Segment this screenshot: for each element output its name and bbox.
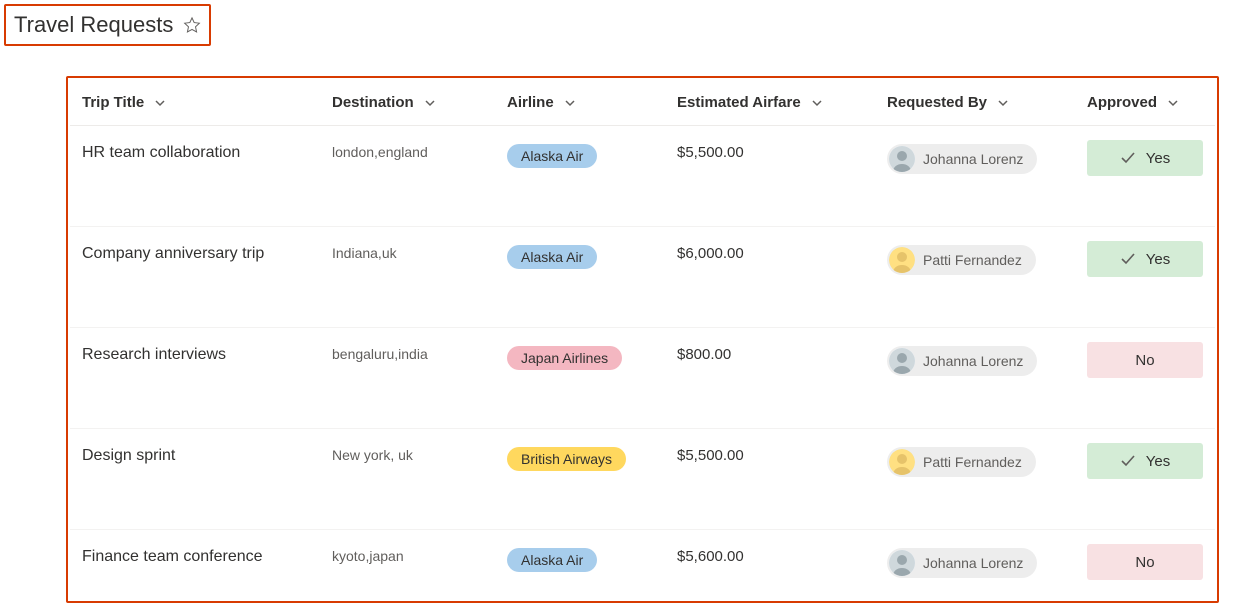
cell-requested-by: Johanna Lorenz bbox=[875, 530, 1075, 605]
cell-destination: Indiana,uk bbox=[320, 227, 495, 328]
cell-trip-title[interactable]: Finance team conference bbox=[70, 530, 320, 605]
avatar bbox=[889, 449, 915, 475]
approved-badge: No bbox=[1087, 342, 1203, 378]
avatar bbox=[889, 247, 915, 273]
column-header-airline[interactable]: Airline bbox=[495, 80, 665, 126]
airline-pill[interactable]: Alaska Air bbox=[507, 245, 597, 269]
table-row[interactable]: Company anniversary tripIndiana,uk Alaska… bbox=[70, 227, 1215, 328]
column-header-destination[interactable]: Destination bbox=[320, 80, 495, 126]
travel-requests-table-container: Trip Title Destination Airline Estimated… bbox=[66, 76, 1219, 603]
check-icon bbox=[1120, 455, 1136, 467]
chevron-down-icon bbox=[997, 97, 1009, 109]
cell-airfare: $6,000.00 bbox=[665, 227, 875, 328]
airline-pill[interactable]: Japan Airlines bbox=[507, 346, 622, 370]
airline-pill[interactable]: Alaska Air bbox=[507, 144, 597, 168]
cell-requested-by: Johanna Lorenz bbox=[875, 126, 1075, 227]
table-row[interactable]: Design sprintNew york, uk British Airways… bbox=[70, 429, 1215, 530]
page-title: Travel Requests bbox=[14, 12, 173, 38]
person-chip[interactable]: Johanna Lorenz bbox=[887, 144, 1037, 174]
cell-airline: Alaska Air bbox=[495, 530, 665, 605]
cell-requested-by: Patti Fernandez bbox=[875, 227, 1075, 328]
column-label: Approved bbox=[1087, 94, 1157, 111]
airline-pill[interactable]: Alaska Air bbox=[507, 548, 597, 572]
airline-pill[interactable]: British Airways bbox=[507, 447, 626, 471]
approved-label: No bbox=[1135, 554, 1154, 571]
person-name: Johanna Lorenz bbox=[923, 151, 1023, 167]
check-icon bbox=[1120, 152, 1136, 164]
approved-label: Yes bbox=[1146, 453, 1170, 470]
person-name: Johanna Lorenz bbox=[923, 555, 1023, 571]
cell-airline: Alaska Air bbox=[495, 227, 665, 328]
person-chip[interactable]: Johanna Lorenz bbox=[887, 548, 1037, 578]
favorite-star-icon[interactable] bbox=[183, 16, 201, 34]
cell-approved: No bbox=[1075, 328, 1215, 429]
check-icon bbox=[1120, 253, 1136, 265]
cell-destination: New york, uk bbox=[320, 429, 495, 530]
cell-requested-by: Patti Fernandez bbox=[875, 429, 1075, 530]
column-header-approved[interactable]: Approved bbox=[1075, 80, 1215, 126]
person-chip[interactable]: Johanna Lorenz bbox=[887, 346, 1037, 376]
approved-badge: Yes bbox=[1087, 443, 1203, 479]
chevron-down-icon bbox=[1167, 97, 1179, 109]
cell-approved: Yes bbox=[1075, 429, 1215, 530]
approved-badge: Yes bbox=[1087, 140, 1203, 176]
avatar bbox=[889, 348, 915, 374]
cell-destination: kyoto,japan bbox=[320, 530, 495, 605]
cell-airline: Japan Airlines bbox=[495, 328, 665, 429]
cell-approved: Yes bbox=[1075, 126, 1215, 227]
cell-requested-by: Johanna Lorenz bbox=[875, 328, 1075, 429]
person-name: Patti Fernandez bbox=[923, 252, 1022, 268]
column-label: Estimated Airfare bbox=[677, 94, 801, 111]
cell-destination: bengaluru,india bbox=[320, 328, 495, 429]
cell-airfare: $800.00 bbox=[665, 328, 875, 429]
column-header-trip-title[interactable]: Trip Title bbox=[70, 80, 320, 126]
person-name: Patti Fernandez bbox=[923, 454, 1022, 470]
cell-airfare: $5,500.00 bbox=[665, 429, 875, 530]
column-header-airfare[interactable]: Estimated Airfare bbox=[665, 80, 875, 126]
avatar bbox=[889, 550, 915, 576]
title-bar: Travel Requests bbox=[4, 4, 211, 46]
avatar bbox=[889, 146, 915, 172]
cell-airfare: $5,600.00 bbox=[665, 530, 875, 605]
cell-approved: No bbox=[1075, 530, 1215, 605]
chevron-down-icon bbox=[424, 97, 436, 109]
person-chip[interactable]: Patti Fernandez bbox=[887, 245, 1036, 275]
approved-label: No bbox=[1135, 352, 1154, 369]
person-chip[interactable]: Patti Fernandez bbox=[887, 447, 1036, 477]
column-label: Trip Title bbox=[82, 94, 144, 111]
table-row[interactable]: Finance team conferencekyoto,japan Alaska… bbox=[70, 530, 1215, 605]
chevron-down-icon bbox=[564, 97, 576, 109]
approved-label: Yes bbox=[1146, 150, 1170, 167]
chevron-down-icon bbox=[811, 97, 823, 109]
cell-airfare: $5,500.00 bbox=[665, 126, 875, 227]
person-name: Johanna Lorenz bbox=[923, 353, 1023, 369]
chevron-down-icon bbox=[154, 97, 166, 109]
column-label: Airline bbox=[507, 94, 554, 111]
travel-requests-table: Trip Title Destination Airline Estimated… bbox=[70, 80, 1215, 604]
table-header-row: Trip Title Destination Airline Estimated… bbox=[70, 80, 1215, 126]
column-header-requested-by[interactable]: Requested By bbox=[875, 80, 1075, 126]
cell-trip-title[interactable]: Company anniversary trip bbox=[70, 227, 320, 328]
column-label: Requested By bbox=[887, 94, 987, 111]
cell-trip-title[interactable]: HR team collaboration bbox=[70, 126, 320, 227]
cell-destination: london,england bbox=[320, 126, 495, 227]
approved-badge: No bbox=[1087, 544, 1203, 580]
table-row[interactable]: HR team collaborationlondon,england Alask… bbox=[70, 126, 1215, 227]
approved-badge: Yes bbox=[1087, 241, 1203, 277]
table-row[interactable]: Research interviewsbengaluru,india Japan … bbox=[70, 328, 1215, 429]
cell-airline: British Airways bbox=[495, 429, 665, 530]
cell-trip-title[interactable]: Design sprint bbox=[70, 429, 320, 530]
cell-trip-title[interactable]: Research interviews bbox=[70, 328, 320, 429]
approved-label: Yes bbox=[1146, 251, 1170, 268]
column-label: Destination bbox=[332, 94, 414, 111]
cell-airline: Alaska Air bbox=[495, 126, 665, 227]
cell-approved: Yes bbox=[1075, 227, 1215, 328]
